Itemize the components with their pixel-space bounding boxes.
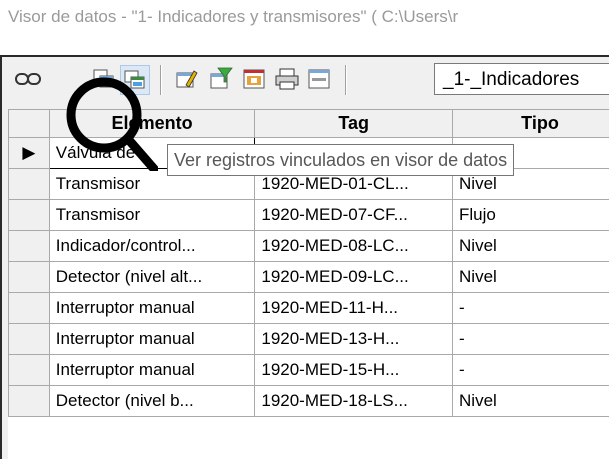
row-header[interactable] xyxy=(9,293,50,324)
row-header[interactable] xyxy=(9,324,50,355)
row-header[interactable] xyxy=(9,262,50,293)
table-row[interactable]: Interruptor manual 1920-MED-11-H... - xyxy=(9,293,609,324)
toolbar-separator xyxy=(160,65,162,95)
cell-tipo[interactable]: Nivel xyxy=(453,231,609,262)
edit-icon[interactable] xyxy=(172,65,200,93)
table-row[interactable]: Transmisor 1920-MED-07-CF... Flujo xyxy=(9,200,609,231)
title-bar: Visor de datos - "1- Indicadores y trans… xyxy=(0,0,609,46)
table-row[interactable]: Interruptor manual 1920-MED-13-H... - xyxy=(9,324,609,355)
form-icon[interactable] xyxy=(305,65,333,93)
link-icon[interactable] xyxy=(14,65,42,93)
cell-elemento[interactable]: Detector (nivel alt... xyxy=(49,262,255,293)
cell-elemento[interactable]: Transmisor xyxy=(49,200,255,231)
cell-tipo[interactable]: - xyxy=(453,324,609,355)
toolbar-separator xyxy=(345,65,347,95)
row-header[interactable] xyxy=(9,386,50,417)
column-header-tag[interactable]: Tag xyxy=(255,110,453,138)
cell-elemento[interactable]: Indicador/control... xyxy=(49,231,255,262)
row-header[interactable] xyxy=(9,169,50,200)
print-icon[interactable] xyxy=(273,65,301,93)
cell-tipo[interactable]: - xyxy=(453,355,609,386)
cell-elemento[interactable]: Interruptor manual xyxy=(49,324,255,355)
current-row-indicator[interactable]: ▶ xyxy=(9,138,50,169)
cell-tipo[interactable]: Flujo xyxy=(453,200,609,231)
table-row[interactable]: Detector (nivel b... 1920-MED-18-LS... N… xyxy=(9,386,609,417)
column-header-tipo[interactable]: Tipo xyxy=(453,110,609,138)
row-header[interactable] xyxy=(9,200,50,231)
table-row[interactable]: Indicador/control... 1920-MED-08-LC... N… xyxy=(9,231,609,262)
cell-tipo[interactable]: Nivel xyxy=(453,386,609,417)
cell-tag[interactable]: 1920-MED-18-LS... xyxy=(255,386,453,417)
table-row[interactable]: Detector (nivel alt... 1920-MED-09-LC...… xyxy=(9,262,609,293)
cell-tipo[interactable]: Nivel xyxy=(453,262,609,293)
table-row[interactable]: Interruptor manual 1920-MED-15-H... - xyxy=(9,355,609,386)
cell-tipo[interactable]: - xyxy=(453,293,609,324)
window-title: Visor de datos - "1- Indicadores y trans… xyxy=(8,7,458,27)
filter-icon[interactable] xyxy=(207,65,235,93)
corner-cell xyxy=(9,110,50,138)
cell-tag[interactable]: 1920-MED-11-H... xyxy=(255,293,453,324)
row-header[interactable] xyxy=(9,355,50,386)
cell-elemento[interactable]: Interruptor manual xyxy=(49,355,255,386)
view-select[interactable]: _1-_Indicadores xyxy=(434,63,609,95)
tooltip: Ver registros vinculados en visor de dat… xyxy=(167,144,514,176)
magnifier-icon xyxy=(62,75,158,171)
cell-tag[interactable]: 1920-MED-13-H... xyxy=(255,324,453,355)
report-icon[interactable] xyxy=(240,65,268,93)
cell-tag[interactable]: 1920-MED-15-H... xyxy=(255,355,453,386)
cell-elemento[interactable]: Detector (nivel b... xyxy=(49,386,255,417)
row-header[interactable] xyxy=(9,231,50,262)
cell-tag[interactable]: 1920-MED-07-CF... xyxy=(255,200,453,231)
cell-tag[interactable]: 1920-MED-09-LC... xyxy=(255,262,453,293)
cell-elemento[interactable]: Interruptor manual xyxy=(49,293,255,324)
cell-tag[interactable]: 1920-MED-08-LC... xyxy=(255,231,453,262)
